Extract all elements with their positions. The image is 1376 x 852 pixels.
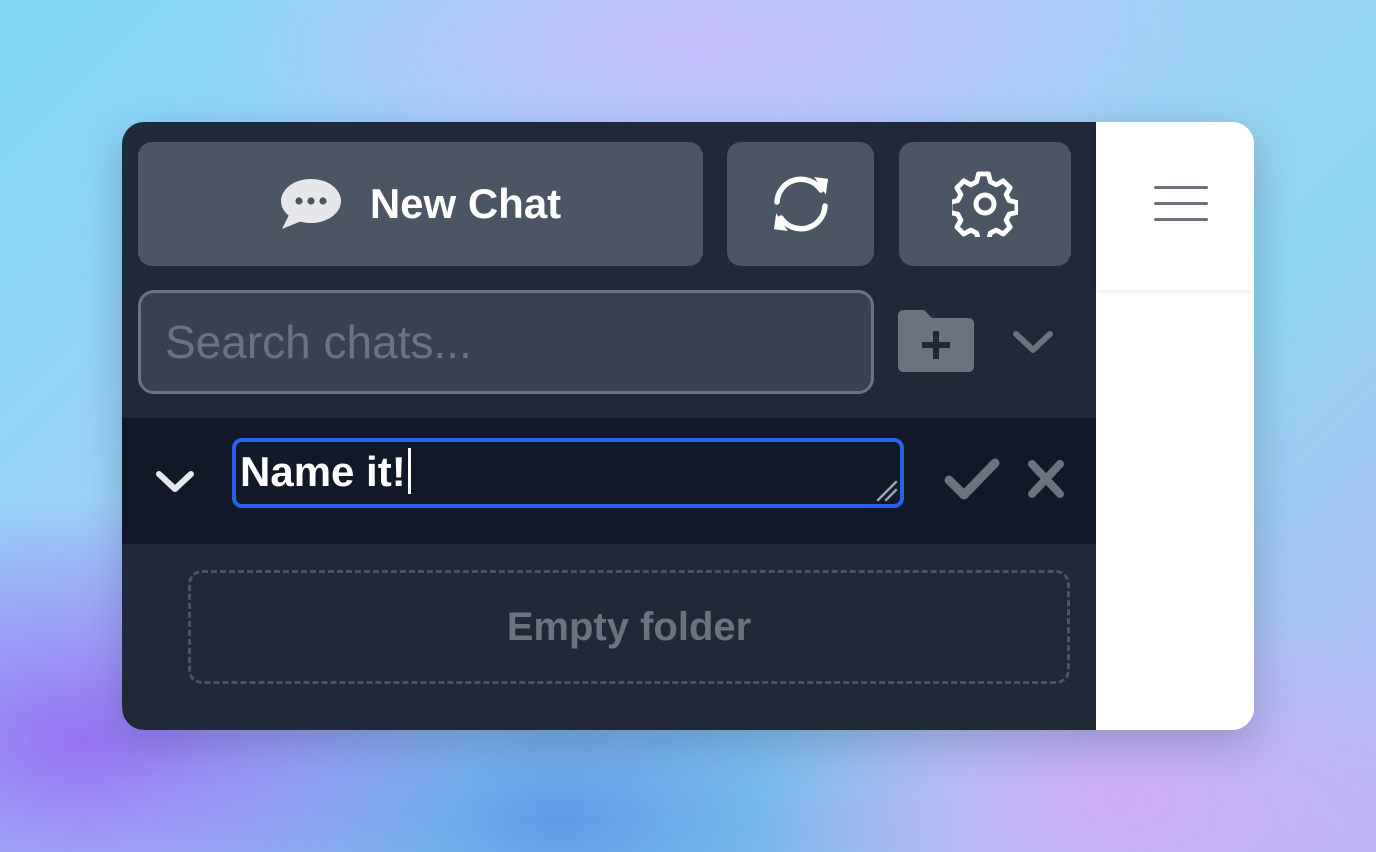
- collapse-folders-button[interactable]: [1008, 322, 1058, 362]
- app-window: New Chat Search chats... Name it! Empty …: [122, 122, 1254, 730]
- empty-folder-label: Empty folder: [506, 604, 752, 649]
- new-chat-button[interactable]: New Chat: [138, 142, 703, 266]
- menu-button[interactable]: [1152, 184, 1210, 224]
- resize-grip-icon[interactable]: [874, 478, 898, 502]
- check-icon: [944, 458, 1000, 500]
- new-chat-label: New Chat: [369, 180, 562, 227]
- hamburger-menu-icon-bar-top: [1154, 186, 1208, 189]
- hamburger-menu-icon-bar-middle: [1154, 202, 1208, 205]
- folder-plus-icon: [898, 310, 974, 372]
- folder-name-value: Name it!: [240, 448, 411, 496]
- sync-icon: [773, 176, 828, 232]
- sidebar: New Chat Search chats... Name it! Empty …: [122, 122, 1096, 730]
- cancel-rename-button[interactable]: [1026, 458, 1066, 500]
- empty-folder-placeholder: Empty folder: [188, 570, 1070, 684]
- confirm-rename-button[interactable]: [944, 456, 1000, 502]
- settings-button[interactable]: [899, 142, 1071, 266]
- chevron-down-icon: [156, 471, 194, 492]
- add-folder-button[interactable]: [898, 310, 974, 372]
- hamburger-menu-icon-bar-bottom: [1154, 218, 1208, 221]
- main-panel: [1096, 122, 1254, 730]
- text-caret: [407, 448, 411, 494]
- sync-button[interactable]: [727, 142, 874, 266]
- folder-row: Name it!: [122, 418, 1096, 544]
- folder-name-input[interactable]: Name it!: [232, 438, 904, 508]
- gear-icon: [952, 171, 1018, 237]
- chat-bubble-dots-icon: [280, 179, 341, 229]
- folder-toggle[interactable]: [152, 458, 198, 504]
- chevron-down-icon: [1013, 331, 1053, 353]
- search-input[interactable]: [138, 290, 874, 394]
- main-header: [1096, 122, 1254, 290]
- close-icon: [1028, 460, 1064, 498]
